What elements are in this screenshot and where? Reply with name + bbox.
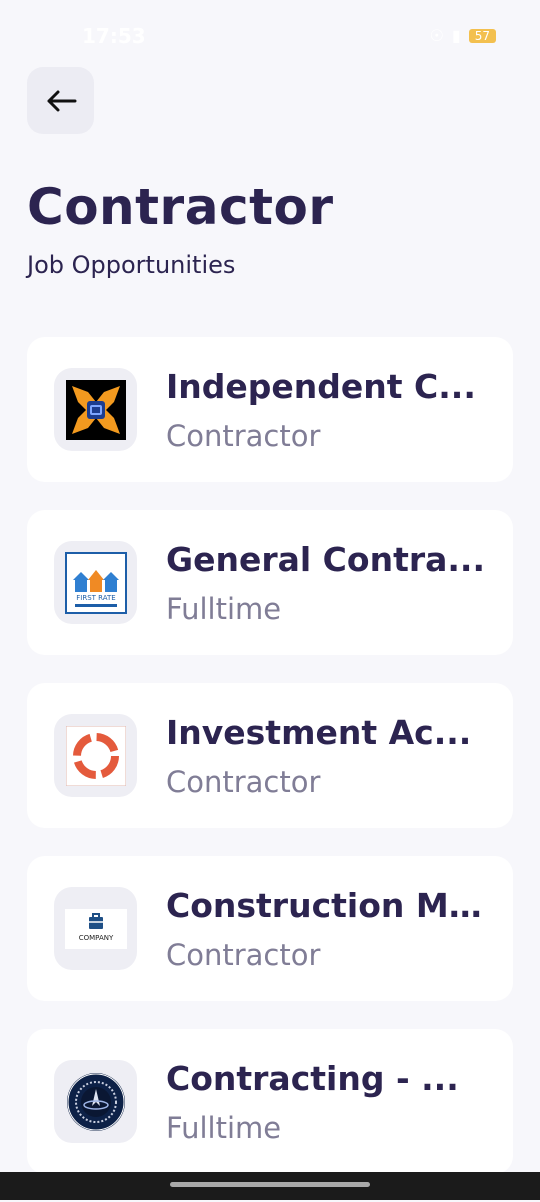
job-type: Fulltime — [166, 1111, 282, 1145]
job-card[interactable]: Contracting - ... Fulltime — [27, 1029, 513, 1174]
job-list: Independent C... Contractor FIRST RATE G… — [27, 337, 513, 1202]
company-logo: COMPANY — [54, 887, 137, 970]
job-card[interactable]: Investment Ac... Contractor — [27, 683, 513, 828]
nav-bar — [0, 1172, 540, 1200]
job-title: Independent C... — [166, 367, 476, 406]
job-card[interactable]: COMPANY Construction M... Contractor — [27, 856, 513, 1001]
ring-logo-icon — [65, 725, 126, 786]
job-title: Construction M... — [166, 886, 486, 925]
company-logo — [54, 1060, 137, 1143]
page-subtitle: Job Opportunities — [27, 251, 236, 279]
wifi-icon: ☉ — [429, 26, 444, 45]
job-card[interactable]: Independent C... Contractor — [27, 337, 513, 482]
job-type: Contractor — [166, 765, 321, 799]
job-type: Fulltime — [166, 592, 282, 626]
logo-text: COMPANY — [78, 934, 113, 942]
page-title: Contractor — [27, 178, 334, 236]
arrow-left-icon — [47, 90, 76, 111]
home-indicator[interactable] — [170, 1182, 370, 1187]
job-card[interactable]: FIRST RATE General Contra... Fulltime — [27, 510, 513, 655]
company-logo — [54, 714, 137, 797]
independent-logo-icon — [65, 379, 126, 440]
logo-text: FIRST RATE — [76, 594, 115, 602]
signal-icon: ▮ — [451, 26, 461, 45]
company-logo — [54, 368, 137, 451]
space-force-seal-icon — [66, 1072, 125, 1131]
job-title: Investment Ac... — [166, 713, 472, 752]
first-rate-logo-icon: FIRST RATE — [64, 551, 127, 614]
job-type: Contractor — [166, 938, 321, 972]
company-logo: FIRST RATE — [54, 541, 137, 624]
back-button[interactable] — [27, 67, 94, 134]
company-logo-icon: COMPANY — [64, 908, 127, 949]
job-type: Contractor — [166, 419, 321, 453]
status-bar: 17:53 ☉ ▮ 57 — [0, 0, 540, 60]
job-title: General Contra... — [166, 540, 485, 579]
status-time: 17:53 — [82, 24, 146, 48]
status-icons: ☉ ▮ 57 — [430, 26, 496, 45]
job-title: Contracting - ... — [166, 1059, 459, 1098]
battery-icon: 57 — [468, 28, 496, 43]
